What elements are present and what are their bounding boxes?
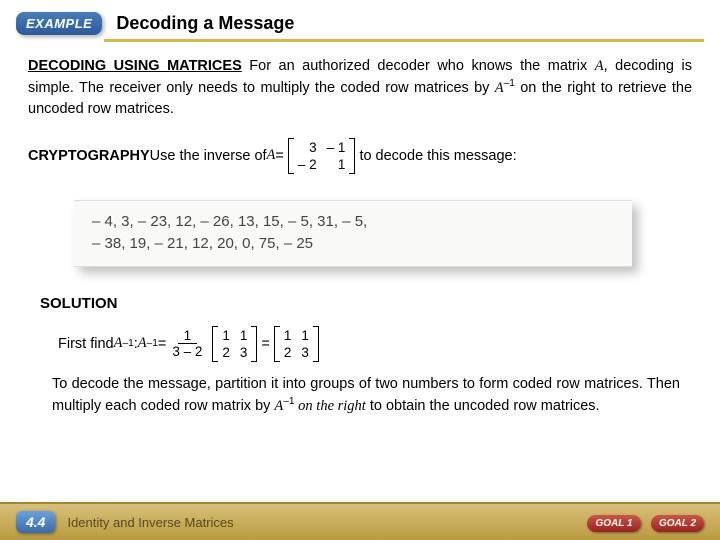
goal-2-pill: GOAL 2 — [651, 515, 704, 532]
frac-top: 1 — [178, 328, 198, 344]
coded-line-2: – 38, 19, – 21, 12, 20, 0, 75, – 25 — [92, 233, 614, 256]
footer-bar: 4.4 Identity and Inverse Matrices GOAL 1… — [0, 502, 720, 540]
mat-cell: 3 — [240, 345, 248, 360]
mat-cell: 2 — [222, 345, 230, 360]
matrix-A-5: A — [138, 335, 147, 352]
conclude-2: on the right — [295, 398, 366, 414]
bracket-right-icon — [349, 138, 355, 174]
conclusion-paragraph: To decode the message, partition it into… — [52, 374, 680, 417]
mat-cell: 1 — [284, 328, 292, 343]
matrix-A-4: A — [114, 335, 123, 352]
conclude-3: to obtain the uncoded row matrices. — [366, 398, 600, 414]
goal-group: GOAL 1 GOAL 2 — [581, 513, 704, 532]
matrix-m2: 1 1 2 3 — [274, 326, 319, 362]
mat-cell: 1 — [301, 328, 309, 343]
mat-cell: 1 — [240, 328, 248, 343]
mat-cell: 1 — [222, 328, 230, 343]
section-badge: 4.4 — [16, 511, 55, 533]
mat-cell: 1 — [327, 157, 346, 172]
mat-cell: – 2 — [298, 157, 317, 172]
intro-paragraph: DECODING USING MATRICES For an authorize… — [28, 56, 692, 120]
mat-cell: 2 — [284, 345, 292, 360]
inv-sup-2: –1 — [122, 338, 133, 349]
matrix-A-display: 3 – 1 – 2 1 — [288, 138, 356, 174]
inv-sup-1: –1 — [504, 78, 515, 89]
example-badge: EXAMPLE — [16, 12, 102, 35]
frac-bot: 3 – 2 — [172, 344, 202, 359]
solution-title: SOLUTION — [40, 295, 692, 312]
matrix-A-3: A — [267, 147, 276, 164]
crypto-eq: = — [275, 148, 283, 164]
matrix-A-6: A — [274, 398, 283, 414]
fraction: 1 3 – 2 — [172, 328, 202, 359]
main-content: DECODING USING MATRICES For an authorize… — [0, 42, 720, 417]
intro-text-1: For an authorized decoder who knows the … — [242, 58, 595, 74]
crypto-line: CRYPTOGRAPHY Use the inverse of A = 3 – … — [28, 138, 692, 174]
intro-lead: DECODING USING MATRICES — [28, 58, 242, 74]
eq-text: = — [158, 336, 166, 352]
first-find-row: First find A–1: A–1 = 1 3 – 2 1 1 2 3 = — [58, 326, 692, 362]
eq-sp: = — [261, 336, 269, 352]
crypto-tail: to decode this message: — [359, 148, 516, 164]
page-title: Decoding a Message — [116, 13, 294, 34]
mat-cell: 3 — [301, 345, 309, 360]
bracket-right-icon — [313, 326, 319, 362]
goal-1-pill: GOAL 1 — [587, 515, 640, 532]
crypto-use: Use the inverse of — [150, 148, 267, 164]
coded-line-1: – 4, 3, – 23, 12, – 26, 13, 15, – 5, 31,… — [92, 211, 614, 234]
header: EXAMPLE Decoding a Message — [0, 0, 720, 35]
inv-sup-4: –1 — [283, 396, 294, 407]
section-title: Identity and Inverse Matrices — [67, 515, 233, 530]
inv-sup-3: –1 — [147, 338, 158, 349]
coded-message-box: – 4, 3, – 23, 12, – 26, 13, 15, – 5, 31,… — [74, 200, 632, 267]
matrix-A-1: A — [595, 58, 604, 74]
first-find-text: First find — [58, 336, 114, 352]
matrix-A-2: A — [495, 80, 504, 96]
mat-cell: 3 — [298, 140, 317, 155]
mat-cell: – 1 — [327, 140, 346, 155]
crypto-lead: CRYPTOGRAPHY — [28, 148, 150, 164]
solution-block: SOLUTION First find A–1: A–1 = 1 3 – 2 1… — [40, 295, 692, 417]
bracket-right-icon — [251, 326, 257, 362]
matrix-m1: 1 1 2 3 — [212, 326, 257, 362]
